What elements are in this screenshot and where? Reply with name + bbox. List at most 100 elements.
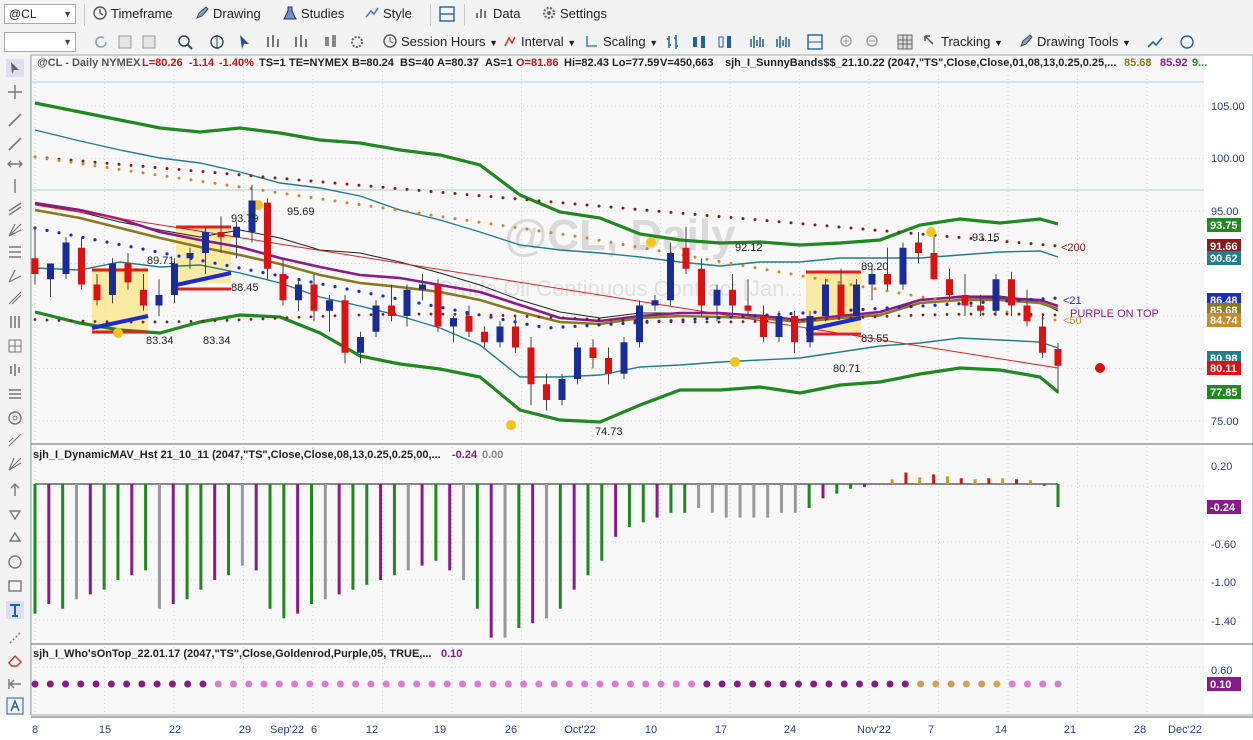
ma50-dot [213,181,217,185]
ma200-dot [309,179,313,183]
ma50-dot [393,208,397,212]
who-tick-label: 0.60 [1211,665,1232,677]
candle-body [636,305,643,343]
candle-body [744,305,752,311]
candle-body [310,284,318,311]
candle-body [264,202,271,269]
candle-body [961,295,969,306]
ma21-dot [957,302,961,306]
osc-tick-label: 0.20 [1211,461,1232,473]
ma50-dot [357,203,361,207]
time-tick-label: 15 [99,724,111,736]
ma200-dot [465,193,469,197]
who-dot [199,680,207,688]
price-marker-label: 93.75 [1210,220,1238,232]
candle-body [853,284,860,316]
header-ts: TS=1 [259,57,286,69]
ma50-dot [201,180,205,184]
candle-body [760,316,767,337]
ma21-dot [921,304,925,308]
annotation-a7: 92.12 [735,242,763,254]
time-tick-label: 10 [645,724,657,736]
maroon-dot [285,316,289,320]
maroon-dot [1017,312,1021,316]
ma21-dot [333,285,337,289]
who-dot [46,680,54,688]
panel2-name: sjh_I_DynamicMAV_Hst 21_10_11 (2047,"TS"… [33,449,441,461]
who-dot [336,680,344,688]
header-value-3: 9... [1192,57,1207,69]
candle-body [341,300,349,353]
ma200-dot [345,182,349,186]
who-dot [764,680,772,688]
ma200-dot [669,210,673,214]
ma21-dot [801,311,805,315]
time-tick-label: Nov'22 [857,724,891,736]
who-dot [382,680,390,688]
who-dot [672,680,680,688]
candle-body [899,247,907,285]
maroon-dot [717,320,721,324]
header-bid: B=80.24 [352,57,395,69]
maroon-dot [705,320,709,324]
time-tick-label: 12 [366,724,378,736]
who-dot [581,680,589,688]
ma200-dot [861,227,865,231]
header-bs: BS=40 [400,57,434,69]
panel2-header: sjh_I_DynamicMAV_Hst 21_10_11 (2047,"TS"… [33,449,503,461]
maroon-dot [93,320,97,323]
ma21-dot [57,231,61,235]
who-dot [703,680,711,688]
time-tick-label: 6 [311,724,317,736]
candle-body [372,305,380,332]
ma21-dot [345,287,349,291]
ma21-dot [621,321,625,326]
ma200-dot [321,180,325,184]
ma200-dot [549,200,553,204]
ma21-dot [429,303,433,308]
annotation-a4: 95.69 [287,206,315,218]
candle-body [1008,279,1015,306]
ma200-dot [393,186,397,190]
who-dot [168,680,176,688]
panel3-value: 0.10 [441,648,462,660]
ma200-dot [1053,244,1057,248]
chart-canvas[interactable]: @CL, Daily Crude Oil Continuous Contract… [0,0,1253,740]
ma50-dot [369,204,373,208]
who-dot [138,680,146,688]
annotation-a12: 80.71 [833,363,861,375]
ma50-dot [933,297,937,301]
candle-body [140,289,147,306]
ma50-dot [1053,318,1057,322]
who-dot [642,680,650,688]
ma200-dot [477,194,481,198]
ma200-dot [537,199,541,203]
ma21-dot [753,314,757,318]
candle-body [481,331,488,343]
maroon-dot [585,317,589,321]
candle-body [217,232,225,238]
maroon-dot [981,312,985,316]
who-dot [871,680,879,688]
ma50-dot [513,225,517,229]
header-pct: -1.40% [219,57,254,69]
ma21-dot [873,307,877,311]
price-tick-label: 75.00 [1211,416,1239,428]
ma200-dot [225,172,229,176]
watermark-title: @CL, Daily [504,211,736,260]
who-dot [520,680,528,688]
maroon-dot [837,317,841,320]
maroon-dot [465,313,469,316]
maroon-dot [657,320,661,323]
maroon-dot [861,315,865,319]
ma21-dot [201,259,205,263]
ma200-dot [909,231,913,235]
ma200-dot [897,230,901,234]
time-tick-label: 17 [715,724,727,736]
maroon-dot [141,320,145,324]
maroon-dot [333,314,337,318]
candle-body [713,289,721,306]
ma50-dot [177,176,181,180]
osc-tick-label: -1.00 [1211,577,1236,589]
ma21-dot [357,289,361,293]
